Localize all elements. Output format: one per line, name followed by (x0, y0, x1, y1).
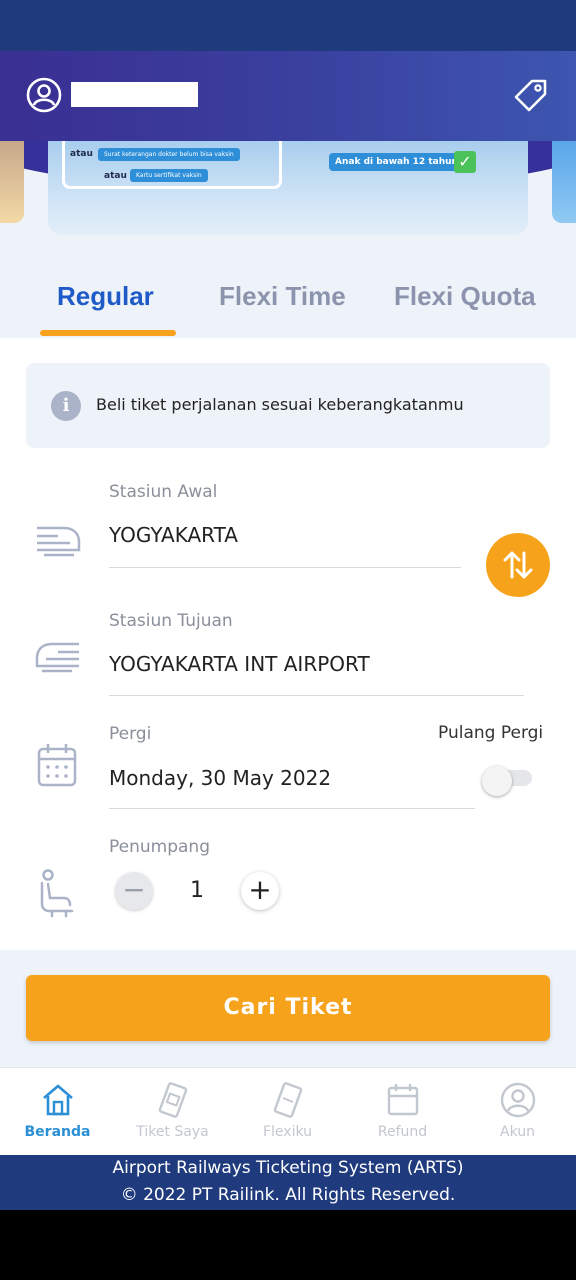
origin-divider (109, 567, 461, 568)
promo-tag-icon[interactable] (512, 77, 550, 115)
banner-pill-child: Anak di bawah 12 tahun (329, 153, 464, 171)
info-text: Beli tiket perjalanan sesuai keberangkat… (96, 395, 464, 414)
active-tab-indicator (40, 330, 176, 336)
nav-akun[interactable]: Akun (460, 1068, 575, 1156)
flexi-ticket-icon (273, 1082, 303, 1118)
round-trip-label: Pulang Pergi (438, 723, 544, 743)
nav-beranda[interactable]: Beranda (0, 1068, 115, 1156)
promo-banner[interactable]: atau Surat keterangan dokter belum bisa … (48, 141, 528, 235)
system-navigation-bar (0, 1210, 576, 1280)
passengers-label: Penumpang (109, 837, 210, 857)
banner-pill-vaccine-card: Kartu sertifikat vaksin (130, 169, 208, 182)
swap-stations-button[interactable] (486, 533, 550, 597)
ticket-icon (158, 1082, 188, 1118)
nav-flexiku[interactable]: Flexiku (230, 1068, 345, 1156)
swap-arrows-icon (503, 551, 533, 579)
nav-tiket-saya[interactable]: Tiket Saya (115, 1068, 230, 1156)
info-icon: i (51, 391, 81, 421)
train-departure-icon (37, 526, 81, 557)
account-icon (500, 1082, 536, 1118)
increase-passengers-button[interactable]: + (241, 872, 279, 910)
user-name-redacted (71, 82, 198, 107)
calendar-icon (37, 744, 77, 787)
search-tickets-button[interactable]: Cari Tiket (26, 975, 550, 1041)
app-header (0, 51, 576, 141)
banner-pill-doctor-note: Surat keterangan dokter belum bisa vaksi… (98, 148, 240, 161)
footer-copyright: © 2022 PT Railink. All Rights Reserved. (120, 1185, 456, 1205)
booking-form: i Beli tiket perjalanan sesuai keberangk… (0, 338, 576, 950)
search-area: Cari Tiket (0, 950, 576, 1067)
toggle-knob (482, 766, 512, 796)
banner-atau-1: atau (70, 149, 93, 159)
destination-value[interactable]: YOGYAKARTA INT AIRPORT (109, 652, 370, 676)
nav-label-refund: Refund (377, 1124, 428, 1140)
tab-flexi-time[interactable]: Flexi Time (219, 281, 346, 312)
departure-label: Pergi (109, 724, 152, 744)
departure-date-value[interactable]: Monday, 30 May 2022 (109, 766, 331, 790)
footer-system-name: Airport Railways Ticketing System (ARTS) (112, 1158, 464, 1178)
profile-icon[interactable] (26, 77, 62, 113)
nav-refund[interactable]: Refund (345, 1068, 460, 1156)
nav-label-tiket-saya: Tiket Saya (136, 1124, 209, 1140)
footer: Airport Railways Ticketing System (ARTS)… (0, 1155, 576, 1210)
destination-label: Stasiun Tujuan (109, 611, 233, 631)
info-banner: i Beli tiket perjalanan sesuai keberangk… (26, 363, 550, 448)
round-trip-toggle[interactable] (482, 766, 534, 796)
banner-atau-2: atau (104, 171, 127, 181)
banner-next-peek[interactable] (552, 141, 576, 223)
bottom-navigation: Beranda Tiket Saya Flexiku Refund Akun (0, 1067, 576, 1155)
nav-label-akun: Akun (500, 1124, 535, 1140)
departure-divider (109, 808, 475, 809)
passenger-seat-icon (40, 869, 74, 918)
check-icon: ✓ (454, 151, 476, 173)
tab-regular[interactable]: Regular (57, 281, 154, 312)
nav-label-beranda: Beranda (24, 1124, 91, 1140)
tab-flexi-quota[interactable]: Flexi Quota (394, 281, 536, 312)
status-bar (0, 0, 576, 51)
origin-label: Stasiun Awal (109, 482, 218, 502)
decrease-passengers-button[interactable]: − (115, 872, 153, 910)
calendar-icon (387, 1084, 419, 1116)
origin-value[interactable]: YOGYAKARTA (109, 523, 238, 547)
passenger-count: 1 (190, 878, 204, 903)
train-arrival-icon (35, 642, 79, 673)
nav-label-flexiku: Flexiku (262, 1124, 313, 1140)
home-icon (43, 1084, 73, 1116)
destination-divider (109, 695, 524, 696)
banner-prev-peek[interactable] (0, 141, 24, 223)
